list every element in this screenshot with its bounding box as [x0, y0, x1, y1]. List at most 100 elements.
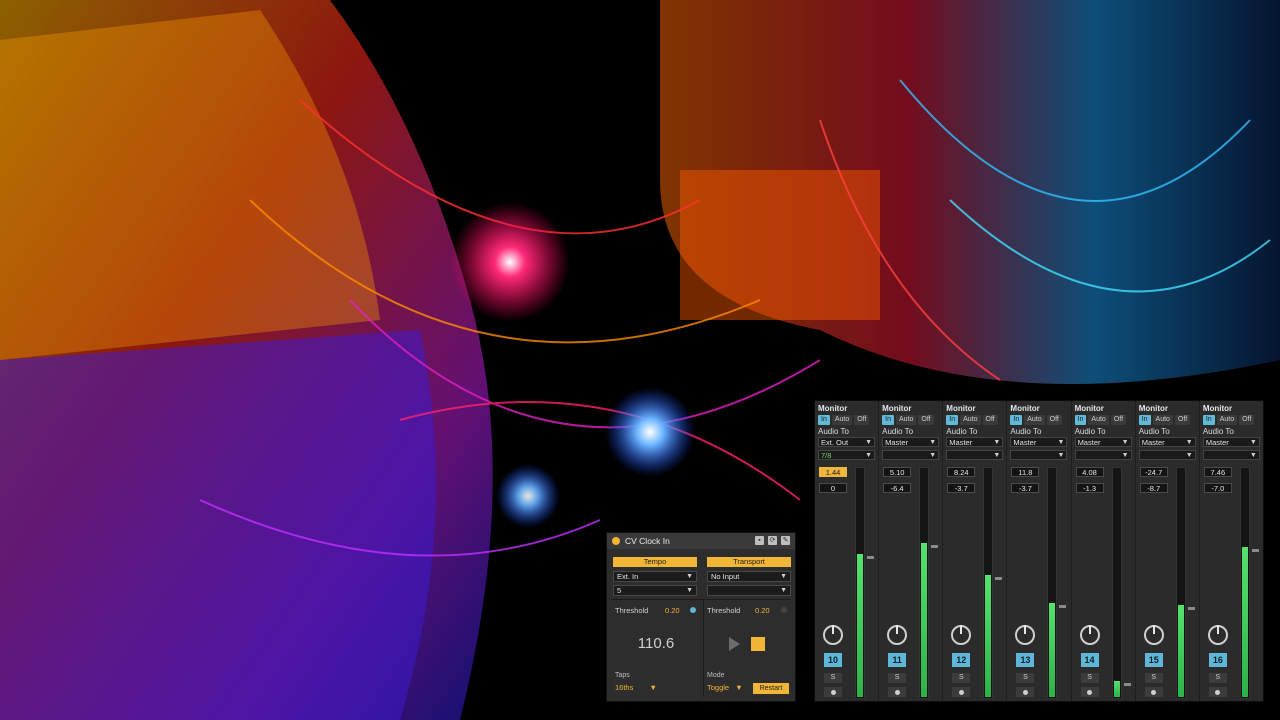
audio-to-dropdown[interactable]: Master ▼ — [1202, 437, 1260, 447]
monitor-auto-button[interactable]: Auto — [1216, 415, 1238, 425]
pan-field[interactable]: 0 — [819, 483, 847, 493]
pan-knob[interactable] — [1015, 625, 1036, 645]
volume-field[interactable]: 1.44 — [819, 467, 847, 477]
pan-field[interactable]: -1.3 — [1075, 483, 1104, 493]
monitor-in-button[interactable]: In — [1202, 415, 1215, 425]
transport-threshold-value[interactable]: 0.20 — [755, 606, 770, 615]
track-activator-button[interactable]: 14 — [1080, 653, 1099, 667]
solo-button[interactable]: S — [1080, 673, 1099, 683]
arm-button[interactable] — [1208, 687, 1227, 697]
solo-button[interactable]: S — [1208, 673, 1227, 683]
pan-knob[interactable] — [951, 625, 972, 645]
pan-knob[interactable] — [1143, 625, 1164, 645]
device-title: CV Clock In — [625, 536, 670, 546]
monitor-off-button[interactable]: Off — [1046, 415, 1062, 425]
track-activator-button[interactable]: 15 — [1144, 653, 1163, 667]
volume-fader-handle[interactable] — [931, 545, 939, 548]
pan-knob[interactable] — [1207, 625, 1228, 645]
volume-field[interactable]: 4.08 — [1075, 467, 1104, 477]
monitor-off-button[interactable]: Off — [854, 415, 870, 425]
volume-field[interactable]: 7.46 — [1203, 467, 1232, 477]
monitor-in-button[interactable]: In — [1010, 415, 1023, 425]
monitor-auto-button[interactable]: Auto — [1152, 415, 1173, 425]
pan-field[interactable]: -3.7 — [947, 483, 976, 493]
arm-button[interactable] — [888, 687, 907, 697]
transport-channel-dropdown[interactable]: ▼ — [707, 585, 791, 596]
arm-button[interactable] — [1016, 687, 1035, 697]
track-activator-button[interactable]: 12 — [952, 653, 971, 667]
edit-device-icon[interactable]: ✎ — [781, 536, 790, 545]
arm-button[interactable] — [824, 687, 842, 697]
monitor-off-button[interactable]: Off — [1110, 415, 1127, 425]
solo-button[interactable]: S — [1144, 673, 1163, 683]
monitor-auto-button[interactable]: Auto — [831, 415, 853, 425]
audio-to-dropdown[interactable]: Ext. Out ▼ — [818, 437, 875, 447]
tempo-channel-dropdown[interactable]: 5 ▼ — [613, 585, 697, 596]
device-power-button[interactable] — [612, 537, 620, 545]
stop-icon[interactable] — [751, 637, 765, 651]
monitor-auto-button[interactable]: Auto — [1024, 415, 1045, 425]
volume-field[interactable]: 8.24 — [947, 467, 976, 477]
audio-channel-dropdown[interactable]: 7/8 ▼ — [818, 450, 875, 460]
volume-field[interactable]: 11.8 — [1011, 467, 1040, 477]
monitor-auto-button[interactable]: Auto — [895, 415, 917, 425]
arm-button[interactable] — [1080, 687, 1099, 697]
audio-to-dropdown[interactable]: Master ▼ — [1138, 437, 1196, 447]
track-activator-button[interactable]: 11 — [888, 653, 907, 667]
save-preset-icon[interactable]: ▪ — [755, 536, 764, 545]
track-activator-button[interactable]: 13 — [1016, 653, 1035, 667]
volume-fader-handle[interactable] — [995, 577, 1003, 580]
monitor-in-button[interactable]: In — [882, 415, 894, 425]
audio-to-dropdown[interactable]: Master ▼ — [882, 437, 940, 447]
arm-button[interactable] — [1144, 687, 1163, 697]
transport-input-dropdown[interactable]: No Input ▼ — [707, 571, 791, 582]
monitor-off-button[interactable]: Off — [1239, 415, 1255, 425]
volume-field[interactable]: -24.7 — [1139, 467, 1168, 477]
tempo-input-dropdown[interactable]: Ext. In ▼ — [613, 571, 697, 582]
solo-button[interactable]: S — [952, 673, 971, 683]
solo-button[interactable]: S — [1016, 673, 1035, 683]
audio-to-dropdown[interactable]: Master ▼ — [946, 437, 1004, 447]
volume-fader-handle[interactable] — [1251, 549, 1259, 552]
pan-knob[interactable] — [823, 625, 843, 645]
monitor-in-button[interactable]: In — [946, 415, 959, 425]
audio-channel-dropdown[interactable]: ▼ — [946, 450, 1004, 460]
audio-to-dropdown[interactable]: Master ▼ — [1010, 437, 1068, 447]
audio-channel-dropdown[interactable]: ▼ — [1138, 450, 1196, 460]
monitor-off-button[interactable]: Off — [1174, 415, 1191, 425]
taps-dropdown[interactable]: 16ths ▼ — [615, 683, 657, 692]
pan-field[interactable]: -3.7 — [1011, 483, 1040, 493]
volume-field[interactable]: 5.10 — [883, 467, 912, 477]
pan-field[interactable]: -8.7 — [1139, 483, 1168, 493]
restart-button[interactable]: Restart — [753, 683, 789, 694]
audio-channel-dropdown[interactable]: ▼ — [1074, 450, 1132, 460]
play-icon[interactable] — [729, 637, 740, 651]
monitor-off-button[interactable]: Off — [982, 415, 998, 425]
monitor-auto-button[interactable]: Auto — [960, 415, 981, 425]
monitor-in-button[interactable]: In — [818, 415, 830, 425]
arm-button[interactable] — [952, 687, 971, 697]
volume-fader-handle[interactable] — [1059, 605, 1067, 608]
hot-swap-icon[interactable]: ⟳ — [768, 536, 777, 545]
monitor-off-button[interactable]: Off — [918, 415, 934, 425]
volume-fader-handle[interactable] — [1123, 683, 1131, 686]
track-activator-button[interactable]: 10 — [824, 653, 842, 667]
audio-channel-dropdown[interactable]: ▼ — [882, 450, 940, 460]
pan-knob[interactable] — [1079, 625, 1100, 645]
monitor-in-button[interactable]: In — [1138, 415, 1151, 425]
volume-fader-handle[interactable] — [1187, 607, 1195, 610]
solo-button[interactable]: S — [888, 673, 907, 683]
monitor-in-button[interactable]: In — [1074, 415, 1087, 425]
audio-to-dropdown[interactable]: Master ▼ — [1074, 437, 1132, 447]
solo-button[interactable]: S — [824, 673, 842, 683]
volume-fader-handle[interactable] — [867, 556, 874, 559]
pan-field[interactable]: -7.0 — [1203, 483, 1232, 493]
audio-channel-dropdown[interactable]: ▼ — [1202, 450, 1260, 460]
pan-field[interactable]: -6.4 — [883, 483, 912, 493]
monitor-auto-button[interactable]: Auto — [1088, 415, 1109, 425]
mode-dropdown[interactable]: Toggle ▼ — [707, 683, 743, 692]
pan-knob[interactable] — [887, 625, 908, 645]
track-activator-button[interactable]: 16 — [1208, 653, 1227, 667]
audio-channel-dropdown[interactable]: ▼ — [1010, 450, 1068, 460]
tempo-threshold-value[interactable]: 0.20 — [665, 606, 680, 615]
